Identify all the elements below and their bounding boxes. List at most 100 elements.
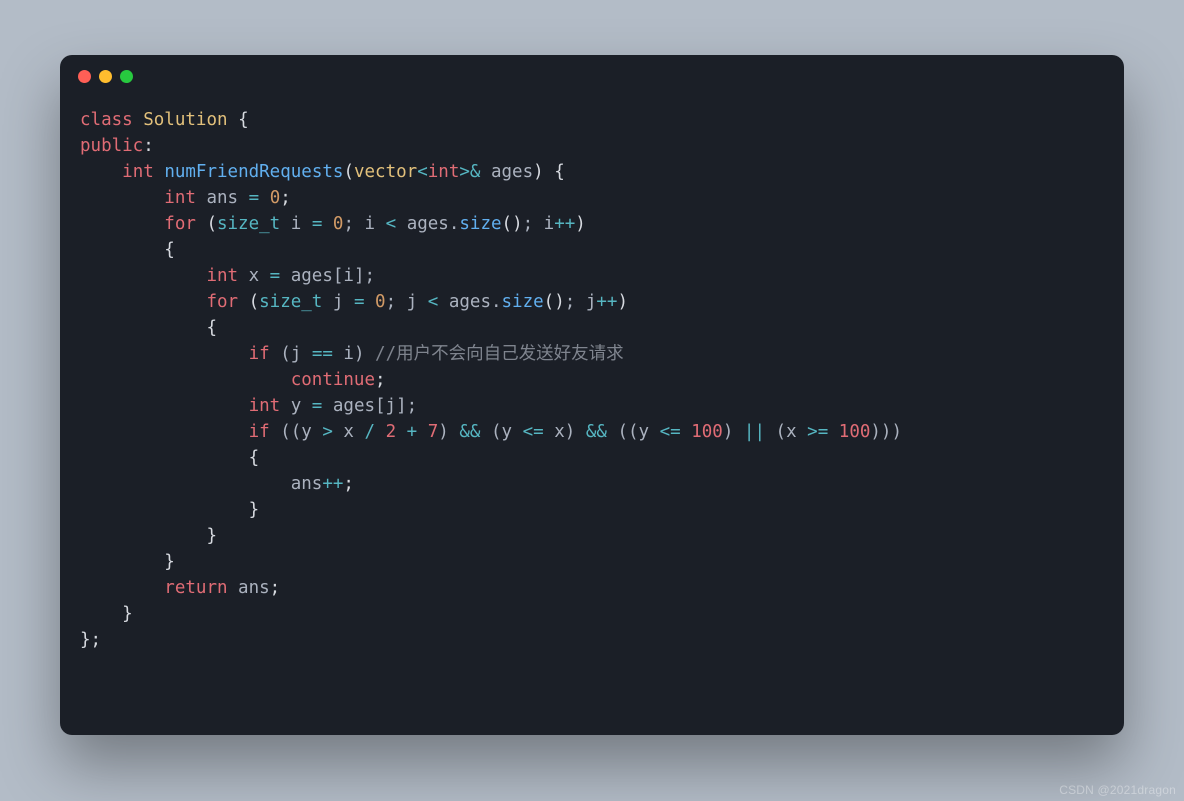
- code-token: (y: [480, 422, 522, 442]
- code-token: };: [80, 630, 101, 650]
- code-token: (j: [270, 344, 312, 364]
- code-token: [80, 604, 122, 624]
- code-token: (: [196, 214, 217, 234]
- code-block: class Solution { public: int numFriendRe…: [60, 97, 1124, 653]
- code-token: [80, 214, 164, 234]
- code-token: int: [428, 162, 460, 182]
- code-token: [80, 240, 164, 260]
- code-token: ; j: [386, 292, 428, 312]
- code-token: int: [206, 266, 238, 286]
- code-token: j: [322, 292, 354, 312]
- code-token: ; i: [343, 214, 385, 234]
- code-token: 0: [375, 292, 386, 312]
- code-token: ((y: [607, 422, 660, 442]
- code-token: {: [249, 448, 260, 468]
- code-token: }: [164, 552, 175, 572]
- code-token: [80, 474, 291, 494]
- code-token: &&: [459, 422, 480, 442]
- code-token: ): [575, 214, 586, 234]
- code-token: 100: [839, 422, 871, 442]
- code-token: ; j: [565, 292, 597, 312]
- code-token: }: [206, 526, 217, 546]
- code-token: ages.: [396, 214, 459, 234]
- code-token: (: [238, 292, 259, 312]
- code-token: ans: [196, 188, 249, 208]
- code-token: ;: [270, 578, 281, 598]
- code-token: /: [365, 422, 376, 442]
- code-token: [80, 578, 164, 598]
- code-token: ans: [291, 474, 323, 494]
- code-token: =: [312, 396, 323, 416]
- code-token: 2: [386, 422, 397, 442]
- code-token: <=: [523, 422, 544, 442]
- code-token: size_t: [259, 292, 322, 312]
- code-token: ((y: [270, 422, 323, 442]
- code-token: ;: [280, 188, 291, 208]
- code-token: ) {: [533, 162, 565, 182]
- code-token: Solution: [143, 110, 227, 130]
- code-token: >: [322, 422, 333, 442]
- code-token: ==: [312, 344, 333, 364]
- code-token: numFriendRequests: [164, 162, 343, 182]
- code-token: }: [249, 500, 260, 520]
- code-token: for: [164, 214, 196, 234]
- code-token: ))): [870, 422, 902, 442]
- code-token: ++: [596, 292, 617, 312]
- code-token: ages.: [438, 292, 501, 312]
- code-token: ;: [375, 370, 386, 390]
- code-token: =: [312, 214, 323, 234]
- code-token: [80, 526, 206, 546]
- code-token: [681, 422, 692, 442]
- window-titlebar: [60, 55, 1124, 97]
- code-token: +: [396, 422, 428, 442]
- code-token: <=: [660, 422, 681, 442]
- code-token: [80, 292, 206, 312]
- code-token: if: [249, 344, 270, 364]
- code-token: 0: [333, 214, 344, 234]
- code-token: [80, 552, 164, 572]
- code-token: for: [206, 292, 238, 312]
- code-token: (): [544, 292, 565, 312]
- code-token: ): [723, 422, 744, 442]
- code-token: (x: [765, 422, 807, 442]
- code-token: [80, 422, 249, 442]
- code-token: int: [249, 396, 281, 416]
- code-token: size: [459, 214, 501, 234]
- code-token: :: [143, 136, 154, 156]
- minimize-icon[interactable]: [99, 70, 112, 83]
- code-token: =: [270, 266, 281, 286]
- code-token: 100: [691, 422, 723, 442]
- code-token: continue: [291, 370, 375, 390]
- watermark-text: CSDN @2021dragon: [1059, 783, 1176, 797]
- code-token: =: [249, 188, 260, 208]
- code-token: ; i: [523, 214, 555, 234]
- code-token: x): [544, 422, 586, 442]
- code-token: ++: [554, 214, 575, 234]
- code-token: [80, 370, 291, 390]
- code-token: {: [164, 240, 175, 260]
- code-token: {: [228, 110, 249, 130]
- code-token: [322, 214, 333, 234]
- code-token: [80, 188, 164, 208]
- code-token: x: [333, 422, 365, 442]
- code-window: class Solution { public: int numFriendRe…: [60, 55, 1124, 735]
- maximize-icon[interactable]: [120, 70, 133, 83]
- code-token: int: [122, 162, 154, 182]
- code-token: x: [238, 266, 270, 286]
- code-token: [80, 396, 249, 416]
- code-token: &&: [586, 422, 607, 442]
- close-icon[interactable]: [78, 70, 91, 83]
- code-token: size: [502, 292, 544, 312]
- code-token: [80, 162, 122, 182]
- code-token: [80, 266, 206, 286]
- code-token: y: [280, 396, 312, 416]
- code-token: [80, 318, 206, 338]
- code-token: (): [502, 214, 523, 234]
- code-token: ): [438, 422, 459, 442]
- code-token: [80, 344, 249, 364]
- code-token: if: [249, 422, 270, 442]
- code-token: ages[i];: [280, 266, 375, 286]
- code-token: >=: [807, 422, 828, 442]
- code-token: 0: [270, 188, 281, 208]
- code-token: public: [80, 136, 143, 156]
